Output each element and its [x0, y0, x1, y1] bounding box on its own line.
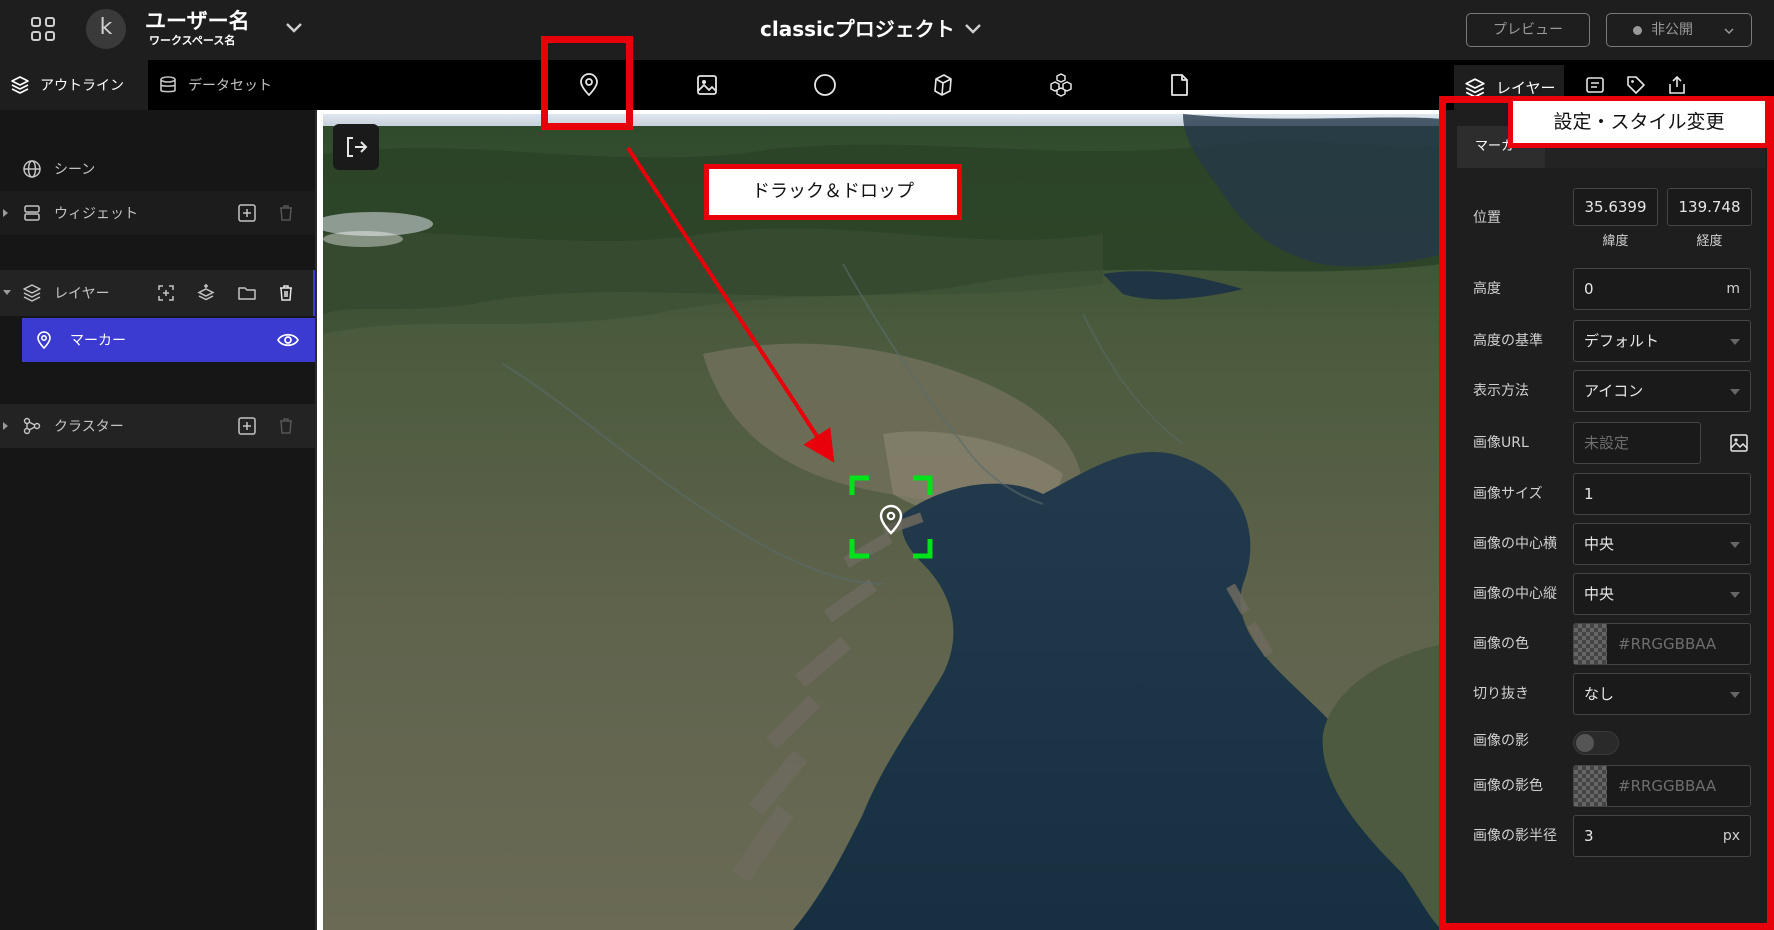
- caret-right-icon[interactable]: [3, 209, 8, 217]
- outline-item-label: レイヤー: [54, 286, 110, 302]
- boxes-icon[interactable]: [1048, 72, 1074, 98]
- map-pin-icon[interactable]: [879, 504, 903, 535]
- outline-item-scene[interactable]: シーン: [0, 148, 315, 190]
- add-icon[interactable]: [237, 203, 257, 223]
- globe-icon: [23, 160, 41, 178]
- annotation-drag-drop-label: ドラック＆ドロップ: [704, 164, 962, 220]
- publish-label: 非公開: [1651, 22, 1693, 38]
- user-block[interactable]: ユーザー名 ワークスペース名: [145, 8, 250, 48]
- outline-item-widget[interactable]: ウィジェット: [0, 191, 315, 235]
- tab-outline-label: アウトライン: [40, 78, 124, 94]
- outline-item-cluster[interactable]: クラスター: [0, 404, 315, 448]
- add-icon[interactable]: [237, 416, 257, 436]
- cluster-icon: [23, 417, 41, 435]
- outline-item-label: マーカー: [70, 333, 126, 349]
- map-pin-icon: [37, 331, 51, 350]
- chevron-down-icon[interactable]: [963, 19, 983, 39]
- trash-icon[interactable]: [276, 283, 296, 303]
- user-name: ユーザー名: [145, 9, 250, 33]
- outline-item-label: クラスター: [54, 419, 124, 435]
- chevron-down-icon: [1724, 28, 1734, 35]
- status-dot-icon: [1633, 26, 1642, 35]
- database-icon: [160, 76, 176, 93]
- workspace-name: ワークスペース名: [149, 34, 236, 47]
- focus-icon[interactable]: [156, 283, 176, 303]
- circle-icon[interactable]: [812, 72, 838, 98]
- eye-icon[interactable]: [277, 330, 299, 350]
- share-icon[interactable]: [1666, 74, 1688, 96]
- trash-icon[interactable]: [276, 416, 296, 436]
- annotation-highlight-property-panel: [1439, 96, 1774, 930]
- tab-dataset-label: データセット: [188, 78, 272, 94]
- tab-outline[interactable]: アウトライン: [0, 60, 148, 110]
- exit-panel-button[interactable]: [333, 124, 379, 170]
- exit-icon: [347, 137, 368, 157]
- layers-icon: [23, 284, 41, 302]
- apps-grid-icon[interactable]: [28, 14, 58, 44]
- caption-icon[interactable]: [1584, 74, 1606, 96]
- caret-right-icon[interactable]: [3, 422, 8, 430]
- top-bar: k ユーザー名 ワークスペース名 classicプロジェクト プレビュー 非公開: [0, 0, 1774, 60]
- outline-panel: シーン ウィジェット レイヤー マーカー クラスター: [0, 110, 317, 930]
- layers-icon: [11, 76, 29, 94]
- chevron-down-icon[interactable]: [284, 18, 304, 38]
- outline-item-layer[interactable]: レイヤー: [0, 270, 315, 316]
- annotation-highlight-marker-tool: [541, 36, 633, 130]
- caret-down-icon[interactable]: [3, 290, 11, 295]
- widget-icon: [24, 205, 40, 221]
- add-layer-icon[interactable]: [196, 283, 216, 303]
- publish-status-button[interactable]: 非公開: [1606, 13, 1752, 47]
- folder-add-icon[interactable]: [237, 283, 257, 303]
- file-icon[interactable]: [1166, 72, 1192, 98]
- preview-button[interactable]: プレビュー: [1466, 13, 1590, 47]
- tab-dataset[interactable]: データセット: [148, 60, 308, 110]
- outline-item-label: ウィジェット: [54, 206, 138, 222]
- image-icon[interactable]: [694, 72, 720, 98]
- annotation-settings-label: 設定・スタイル変更: [1508, 96, 1770, 148]
- avatar[interactable]: k: [86, 9, 126, 49]
- trash-icon[interactable]: [276, 203, 296, 223]
- project-title[interactable]: classicプロジェクト: [760, 16, 955, 42]
- box-icon[interactable]: [930, 72, 956, 98]
- tag-icon[interactable]: [1625, 74, 1647, 96]
- tab-layer-label: レイヤー: [1496, 79, 1556, 97]
- drop-target-crosshair: [849, 475, 933, 559]
- outline-item-marker[interactable]: マーカー: [22, 318, 315, 362]
- outline-item-label: シーン: [54, 162, 96, 178]
